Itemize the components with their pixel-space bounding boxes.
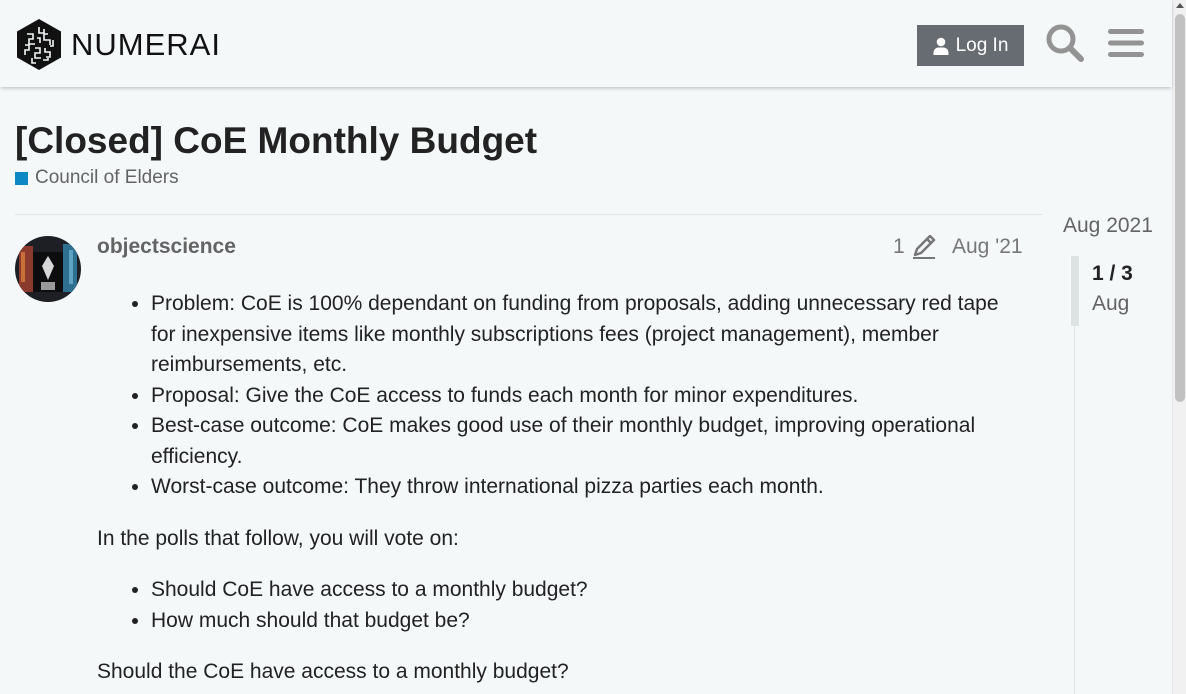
post-paragraph: Should the CoE have access to a monthly … [97,660,569,683]
edit-history-button[interactable]: 1 [893,235,937,259]
list-item: Proposal: Give the CoE access to funds e… [151,381,1022,412]
login-label: Log In [955,34,1009,56]
poll-list: Should CoE have access to a monthly budg… [97,575,1022,636]
timeline-current-date: Aug [1092,292,1130,315]
list-item: Problem: CoE is 100% dependant on fundin… [151,289,1022,381]
timeline-handle[interactable] [1071,256,1079,326]
list-item: Worst-case outcome: They throw internati… [151,472,1022,503]
pencil-icon [912,235,935,259]
timeline-start-date[interactable]: Aug 2021 [1063,214,1153,238]
scrollbar-thumb[interactable] [1175,14,1185,402]
hamburger-menu-icon[interactable] [1105,22,1147,64]
summary-list: Problem: CoE is 100% dependant on fundin… [97,289,1022,503]
list-item: How much should that budget be? [151,606,1022,637]
list-item: Best-case outcome: CoE makes good use of… [151,411,1022,472]
category-color-icon [15,171,28,185]
list-item: Should CoE have access to a monthly budg… [151,575,1022,606]
post-date[interactable]: Aug '21 [952,235,1023,259]
numerai-logo-icon [17,19,61,70]
topic-title[interactable]: [Closed] CoE Monthly Budget [15,120,537,162]
logo-wordmark: NUMERAI [71,26,221,62]
avatar[interactable] [15,236,81,302]
topic-timeline: Aug 2021 1 / 3 Aug [1058,212,1172,694]
post-paragraph: In the polls that follow, you will vote … [97,526,459,550]
post-username[interactable]: objectscience [97,235,236,259]
page-scrollbar[interactable] [1172,0,1186,694]
timeline-position: 1 / 3 [1092,262,1133,285]
site-header: NUMERAI Log In [0,0,1172,87]
scroll-up-arrow-icon[interactable] [1176,3,1184,8]
numerai-logo[interactable]: NUMERAI [15,18,221,71]
post-body: Problem: CoE is 100% dependant on fundin… [97,289,1022,694]
category-badge[interactable]: Council of Elders [15,167,179,189]
search-icon[interactable] [1044,22,1086,64]
user-icon [933,37,949,55]
login-button[interactable]: Log In [917,25,1024,66]
category-name: Council of Elders [35,167,179,188]
topic-divider [15,214,1042,215]
edit-count: 1 [893,235,905,258]
